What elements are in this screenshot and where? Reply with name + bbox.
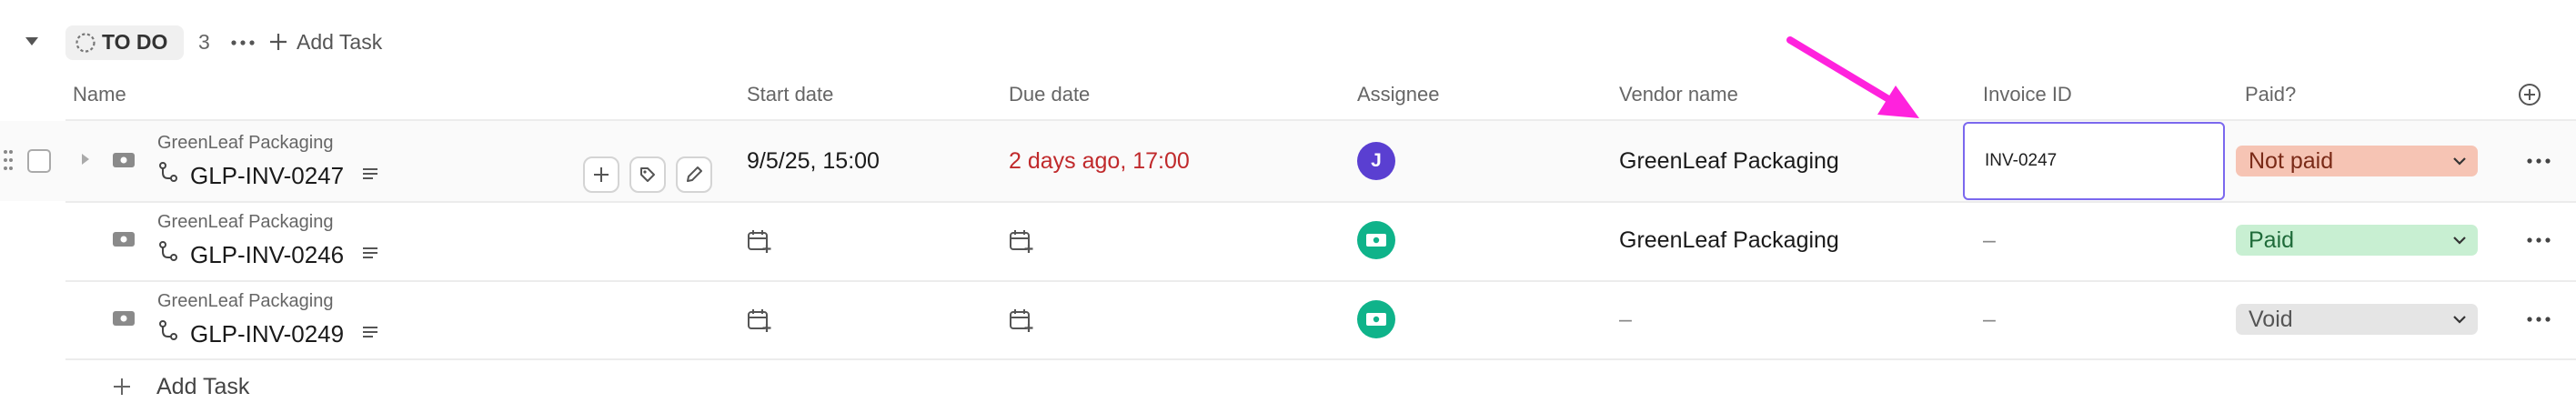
chevron-down-icon: [2453, 316, 2466, 324]
row-divider: [65, 358, 2576, 360]
column-header-invoice-id[interactable]: Invoice ID: [1983, 83, 2072, 106]
task-type-money-icon: [113, 153, 135, 167]
task-title[interactable]: GLP-INV-0247: [190, 162, 344, 190]
task-title[interactable]: GLP-INV-0246: [190, 241, 344, 269]
paid-select-value: Void: [2249, 307, 2293, 332]
vendor-name-value[interactable]: GreenLeaf Packaging: [1619, 227, 1839, 254]
start-date-value[interactable]: 9/5/25, 15:00: [747, 148, 880, 175]
row-more-horizontal-icon[interactable]: [2527, 237, 2551, 243]
subtask-branch-icon: [159, 320, 177, 340]
column-header-name[interactable]: Name: [73, 83, 126, 106]
more-horizontal-icon[interactable]: [231, 40, 255, 45]
task-parent-label[interactable]: GreenLeaf Packaging: [157, 133, 333, 154]
vendor-name-value[interactable]: –: [1619, 307, 1632, 333]
assignee-money-icon: [1366, 313, 1386, 326]
plus-icon[interactable]: [269, 33, 287, 51]
row-checkbox[interactable]: [27, 149, 51, 173]
due-date-calendar-plus-icon[interactable]: [1009, 228, 1034, 254]
vendor-name-value[interactable]: GreenLeaf Packaging: [1619, 148, 1839, 175]
plus-icon: [594, 167, 609, 182]
task-type-money-icon: [113, 232, 135, 247]
row-divider: [65, 280, 2576, 282]
start-date-calendar-plus-icon[interactable]: [747, 228, 772, 254]
column-header-due-date[interactable]: Due date: [1009, 83, 1090, 106]
due-date-value[interactable]: 2 days ago, 17:00: [1009, 148, 1190, 175]
assignee-initial: J: [1371, 150, 1382, 171]
invoice-id-input[interactable]: [1963, 122, 2225, 200]
description-lines-icon: [363, 168, 377, 179]
annotation-pointer-arrow-icon: [1786, 36, 1919, 118]
invoice-id-value[interactable]: –: [1983, 227, 1996, 254]
add-column-plus-circle-icon[interactable]: [2518, 83, 2541, 106]
invoice-id-value[interactable]: –: [1983, 307, 1996, 333]
column-header-paid[interactable]: Paid?: [2245, 83, 2296, 106]
status-label: TO DO: [102, 30, 168, 54]
task-parent-label[interactable]: GreenLeaf Packaging: [157, 291, 333, 312]
paid-select-value: Not paid: [2249, 148, 2334, 174]
task-type-money-icon: [113, 311, 135, 326]
paid-select-value: Paid: [2249, 227, 2295, 253]
row-divider: [65, 201, 2576, 203]
description-lines-icon: [363, 327, 377, 337]
collapse-caret-down-icon[interactable]: [25, 36, 39, 47]
column-header-assignee[interactable]: Assignee: [1357, 83, 1440, 106]
status-dashed-circle-icon: [75, 33, 96, 53]
due-date-calendar-plus-icon[interactable]: [1009, 307, 1034, 333]
plus-icon[interactable]: [113, 378, 131, 396]
drag-handle-icon[interactable]: [3, 149, 14, 171]
add-task-footer-button[interactable]: Add Task: [156, 374, 249, 400]
task-count: 3: [198, 30, 210, 54]
column-header-vendor-name[interactable]: Vendor name: [1619, 83, 1738, 106]
assignee-money-icon: [1366, 234, 1386, 247]
column-header-start-date[interactable]: Start date: [747, 83, 833, 106]
task-parent-label[interactable]: GreenLeaf Packaging: [157, 212, 333, 233]
pencil-icon: [687, 166, 702, 182]
expand-caret-right-icon[interactable]: [81, 153, 90, 166]
task-title[interactable]: GLP-INV-0249: [190, 320, 344, 348]
tag-icon: [640, 167, 655, 182]
row-more-horizontal-icon[interactable]: [2527, 317, 2551, 322]
row-more-horizontal-icon[interactable]: [2527, 158, 2551, 164]
description-lines-icon: [363, 247, 377, 258]
chevron-down-icon: [2453, 157, 2466, 166]
chevron-down-icon: [2453, 237, 2466, 245]
subtask-branch-icon: [159, 162, 177, 182]
subtask-branch-icon: [159, 241, 177, 261]
start-date-calendar-plus-icon[interactable]: [747, 307, 772, 333]
add-task-header-button[interactable]: Add Task: [297, 30, 382, 55]
